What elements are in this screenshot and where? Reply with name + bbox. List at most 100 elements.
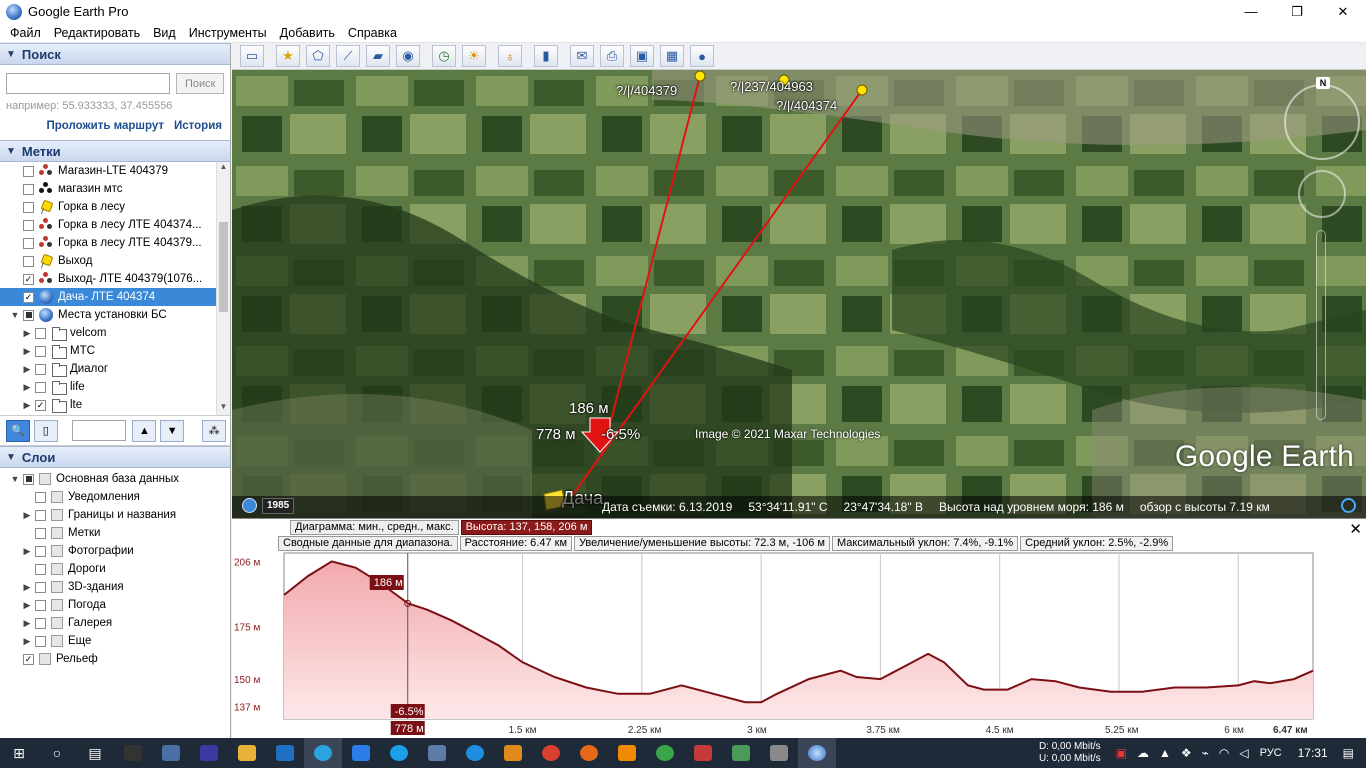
- tree-item[interactable]: Горка в лесу ЛТЕ 404374...: [0, 216, 230, 234]
- visibility-checkbox[interactable]: [35, 327, 46, 339]
- tree-item[interactable]: ▼ Основная база данных: [0, 470, 230, 488]
- print-button[interactable]: ⎙: [600, 45, 624, 67]
- scroll-up-icon[interactable]: ▲: [217, 162, 230, 176]
- restore-button[interactable]: ❐: [1274, 0, 1320, 23]
- sidebar-toggle-button[interactable]: ▭: [240, 45, 264, 67]
- visibility-checkbox[interactable]: [23, 201, 34, 213]
- expand-arrow-icon[interactable]: ▶: [22, 400, 32, 411]
- tree-item[interactable]: ▼ Места установки БС: [0, 306, 230, 324]
- visibility-checkbox[interactable]: [35, 381, 46, 393]
- tree-item[interactable]: ▶ life: [0, 378, 230, 396]
- zoom-slider[interactable]: [1316, 230, 1326, 420]
- taskbar-app-audio[interactable]: [608, 738, 646, 768]
- search-taskbar-button[interactable]: ○: [38, 738, 76, 768]
- search-panel-header[interactable]: ▼ Поиск: [0, 43, 230, 65]
- expand-arrow-icon[interactable]: ▶: [22, 364, 32, 375]
- add-polygon-button[interactable]: ⬠: [306, 45, 330, 67]
- profile-elevation-stats[interactable]: Высота: 137, 158, 206 м: [460, 520, 593, 535]
- search-places-button[interactable]: 🔍: [6, 419, 30, 442]
- toggle-panel-button[interactable]: ▯: [33, 419, 58, 442]
- email-button[interactable]: ✉: [570, 45, 594, 67]
- taskbar-clock[interactable]: 17:31: [1298, 746, 1328, 760]
- taskbar-app-google-earth[interactable]: [798, 738, 836, 768]
- add-overlay-button[interactable]: ▰: [366, 45, 390, 67]
- visibility-checkbox[interactable]: [35, 363, 46, 375]
- places-panel-header[interactable]: ▼ Метки: [0, 140, 230, 162]
- visibility-checkbox[interactable]: [35, 345, 46, 357]
- taskbar-app-map[interactable]: [684, 738, 722, 768]
- taskbar-app-chrome[interactable]: [532, 738, 570, 768]
- tree-item[interactable]: ✓ Дача- ЛТЕ 404374: [0, 288, 230, 306]
- layers-panel-header[interactable]: ▼ Слои: [0, 446, 230, 468]
- move-down-button[interactable]: ▼: [160, 419, 185, 442]
- menu-add[interactable]: Добавить: [280, 26, 335, 40]
- tree-item[interactable]: ▶ Границы и названия: [0, 506, 230, 524]
- tree-item[interactable]: ▶ ✓ lte: [0, 396, 230, 414]
- places-filter-input[interactable]: [71, 420, 127, 441]
- shield-icon[interactable]: ▲: [1159, 746, 1171, 760]
- menu-view[interactable]: Вид: [153, 26, 176, 40]
- expand-arrow-icon[interactable]: ▶: [22, 636, 32, 647]
- dropbox-icon[interactable]: ❖: [1181, 746, 1192, 760]
- taskbar-app-explorer[interactable]: [228, 738, 266, 768]
- taskbar-app-firefox[interactable]: [570, 738, 608, 768]
- menu-edit[interactable]: Редактировать: [54, 26, 140, 40]
- add-placemark-button[interactable]: ★: [276, 45, 300, 67]
- menu-tools[interactable]: Инструменты: [189, 26, 267, 40]
- input-language[interactable]: РУС: [1260, 747, 1282, 759]
- tree-item[interactable]: Горка в лесу ЛТЕ 404379...: [0, 234, 230, 252]
- cloud-icon[interactable]: ☁: [1137, 746, 1149, 760]
- scroll-down-icon[interactable]: ▼: [217, 402, 230, 415]
- tree-item[interactable]: ▶ 3D-здания: [0, 578, 230, 596]
- history-link[interactable]: История: [174, 120, 222, 132]
- pin-404379[interactable]: [694, 70, 706, 82]
- antivirus-icon[interactable]: ▣: [1116, 746, 1127, 760]
- taskbar-app-eye[interactable]: [418, 738, 456, 768]
- taskbar-app-green[interactable]: [646, 738, 684, 768]
- taskbar-app-browser[interactable]: [380, 738, 418, 768]
- taskbar-app-tool[interactable]: [722, 738, 760, 768]
- profile-chart-mode[interactable]: Диаграмма: мин., средн., макс.: [290, 520, 459, 535]
- expand-arrow-icon[interactable]: ▶: [22, 382, 32, 393]
- move-control[interactable]: [1298, 170, 1346, 218]
- visibility-checkbox[interactable]: ✓: [23, 273, 34, 285]
- historical-clock-icon[interactable]: [242, 498, 257, 513]
- visibility-checkbox[interactable]: ✓: [35, 399, 46, 411]
- visibility-checkbox[interactable]: ✓: [23, 291, 34, 303]
- visibility-checkbox[interactable]: [35, 635, 46, 647]
- tree-item[interactable]: Метки: [0, 524, 230, 542]
- tree-item[interactable]: Уведомления: [0, 488, 230, 506]
- move-up-button[interactable]: ▲: [132, 419, 157, 442]
- visibility-checkbox[interactable]: [35, 563, 46, 575]
- directions-link[interactable]: Проложить маршрут: [46, 120, 164, 132]
- visibility-checkbox[interactable]: ✓: [23, 653, 34, 665]
- menu-help[interactable]: Справка: [348, 26, 397, 40]
- taskbar-app-box[interactable]: [494, 738, 532, 768]
- expand-arrow-icon[interactable]: ▶: [22, 582, 32, 593]
- search-input[interactable]: [6, 73, 171, 94]
- expand-arrow-icon[interactable]: ▶: [22, 618, 32, 629]
- elevation-chart[interactable]: 206 м 175 м 150 м 137 м 1.5 км 2.25 км 3 км 3.7…: [232, 551, 1366, 739]
- save-image-button[interactable]: ▣: [630, 45, 654, 67]
- minimize-button[interactable]: —: [1228, 0, 1274, 23]
- expand-arrow-icon[interactable]: ▶: [22, 328, 32, 339]
- visibility-checkbox[interactable]: [23, 183, 34, 195]
- pin-404374[interactable]: [856, 84, 868, 96]
- tree-item[interactable]: Магазин-LTE 404379: [0, 162, 230, 180]
- visibility-checkbox[interactable]: [23, 237, 34, 249]
- tree-item[interactable]: ▶ Диалог: [0, 360, 230, 378]
- look-around-control[interactable]: [1284, 84, 1360, 160]
- taskbar-app-terminal[interactable]: [114, 738, 152, 768]
- search-button[interactable]: Поиск: [176, 73, 224, 94]
- expand-arrow-icon[interactable]: ▶: [22, 510, 32, 521]
- taskbar-app-draw[interactable]: [342, 738, 380, 768]
- tree-item[interactable]: Горка в лесу: [0, 198, 230, 216]
- expand-arrow-icon[interactable]: ▼: [10, 310, 20, 320]
- close-button[interactable]: ✕: [1320, 0, 1366, 23]
- taskbar-app-telegram[interactable]: [304, 738, 342, 768]
- expand-arrow-icon[interactable]: ▶: [22, 346, 32, 357]
- visibility-checkbox[interactable]: [23, 219, 34, 231]
- expand-arrow-icon[interactable]: ▼: [10, 474, 20, 484]
- visibility-checkbox[interactable]: [35, 491, 46, 503]
- visibility-checkbox[interactable]: [23, 165, 34, 177]
